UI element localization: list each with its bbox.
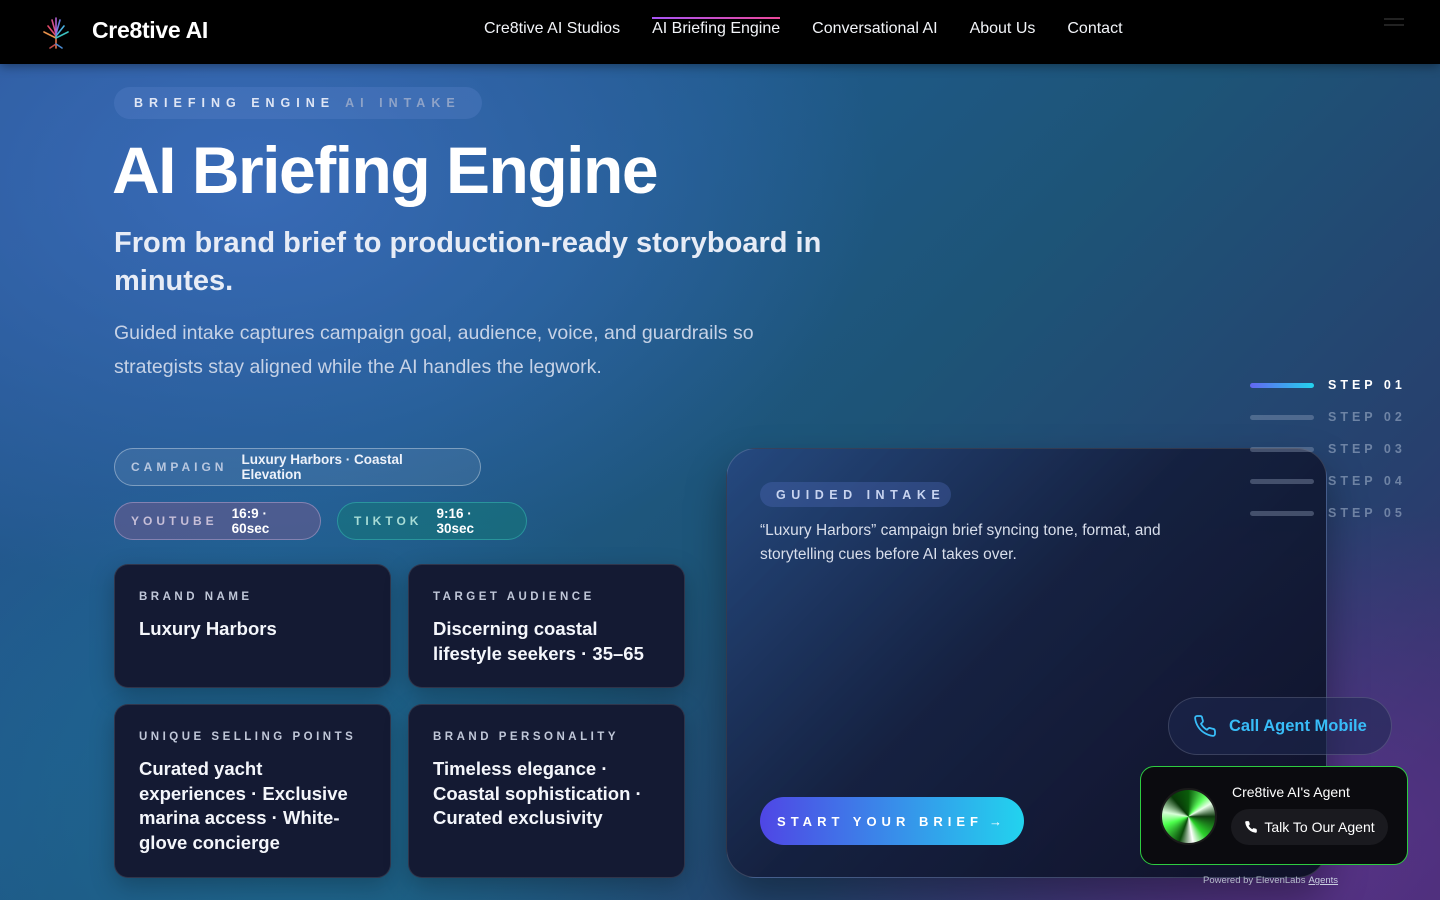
card-value: Curated yacht experiences · Exclusive ma… (139, 758, 348, 853)
nav-link-contact[interactable]: Contact (1067, 20, 1122, 42)
campaign-key: CAMPAIGN (131, 460, 228, 474)
step-label: STEP 03 (1328, 442, 1406, 456)
start-brief-label: START YOUR BRIEF (777, 813, 983, 829)
brand-personality-card: BRAND PERSONALITY Timeless elegance · Co… (408, 704, 685, 878)
step-bar (1250, 414, 1314, 420)
arrow-right-icon: → (988, 813, 1007, 829)
phone-icon (1245, 821, 1258, 833)
page-title: AI Briefing Engine (112, 133, 659, 207)
step-label: STEP 01 (1328, 378, 1406, 392)
step-bar (1250, 382, 1314, 388)
intake-tag: GUIDED INTAKE (760, 482, 951, 507)
powered-by-text: Powered by ElevenLabs (1203, 875, 1306, 886)
hero-subtitle: From brand brief to production-ready sto… (114, 227, 822, 297)
hero-description: Guided intake captures campaign goal, au… (114, 322, 754, 378)
nav-link-briefing-engine[interactable]: AI Briefing Engine (652, 17, 781, 42)
card-value: Discerning coastal lifestyle seekers · 3… (433, 618, 644, 664)
powered-by-footer: Powered by ElevenLabs Agents (1203, 875, 1338, 886)
step-02[interactable]: STEP 02 (1250, 408, 1410, 426)
talk-to-agent-label: Talk To Our Agent (1264, 819, 1375, 835)
step-04[interactable]: STEP 04 (1250, 472, 1410, 490)
card-label: BRAND NAME (139, 591, 253, 603)
youtube-format-pill: YOUTUBE 16:9 · 60sec (114, 502, 321, 540)
youtube-value: 16:9 · 60sec (231, 506, 270, 536)
step-bar (1250, 478, 1314, 484)
hero-eyebrow: BRIEFING ENGINE AI INTAKE (114, 87, 482, 119)
step-bar (1250, 446, 1314, 452)
card-label: BRAND PERSONALITY (433, 731, 620, 743)
step-05[interactable]: STEP 05 (1250, 504, 1410, 522)
usp-card: UNIQUE SELLING POINTS Curated yacht expe… (114, 704, 391, 878)
phone-icon (1194, 715, 1216, 737)
step-label: STEP 02 (1328, 410, 1406, 424)
nav-link-about[interactable]: About Us (970, 20, 1036, 42)
intake-description: “Luxury Harbors” campaign brief syncing … (760, 522, 1161, 563)
agent-name: Cre8tive AI's Agent (1232, 784, 1350, 800)
call-agent-label: Call Agent Mobile (1229, 716, 1367, 735)
card-value: Timeless elegance · Coastal sophisticati… (433, 758, 642, 828)
card-value: Luxury Harbors (139, 618, 277, 639)
brand-name-card: BRAND NAME Luxury Harbors (114, 564, 391, 688)
step-label: STEP 05 (1328, 506, 1406, 520)
step-label: STEP 04 (1328, 474, 1406, 488)
brand-logo-icon[interactable] (38, 14, 74, 50)
eyebrow-main: BRIEFING ENGINE (134, 96, 336, 110)
agent-widget: Cre8tive AI's Agent Talk To Our Agent (1140, 766, 1408, 865)
tiktok-format-pill: TIKTOK 9:16 · 30sec (337, 502, 527, 540)
call-agent-mobile-button[interactable]: Call Agent Mobile (1168, 697, 1392, 755)
brand-name[interactable]: Cre8tive AI (92, 17, 208, 44)
talk-to-agent-button[interactable]: Talk To Our Agent (1231, 809, 1388, 845)
hamburger-menu-icon[interactable] (1384, 18, 1404, 32)
campaign-pill: CAMPAIGN Luxury Harbors · Coastal Elevat… (114, 448, 481, 486)
step-01[interactable]: STEP 01 (1250, 376, 1410, 394)
target-audience-card: TARGET AUDIENCE Discerning coastal lifes… (408, 564, 685, 688)
tiktok-value: 9:16 · 30sec (436, 506, 474, 536)
campaign-value: Luxury Harbors · Coastal Elevation (241, 452, 403, 482)
top-navbar: Cre8tive AI Cre8tive AI Studios AI Brief… (0, 0, 1440, 64)
card-label: TARGET AUDIENCE (433, 591, 595, 603)
eyebrow-sub: AI INTAKE (345, 96, 461, 110)
step-bar (1250, 510, 1314, 516)
card-label: UNIQUE SELLING POINTS (139, 731, 357, 743)
start-brief-button[interactable]: START YOUR BRIEF → (760, 797, 1024, 845)
tiktok-key: TIKTOK (354, 514, 423, 528)
agent-avatar (1160, 788, 1217, 845)
main-nav: Cre8tive AI Studios AI Briefing Engine C… (484, 17, 1123, 42)
agents-link[interactable]: Agents (1308, 875, 1338, 886)
nav-link-conversational-ai[interactable]: Conversational AI (812, 20, 937, 42)
nav-link-studios[interactable]: Cre8tive AI Studios (484, 20, 620, 42)
youtube-key: YOUTUBE (131, 514, 218, 528)
step-03[interactable]: STEP 03 (1250, 440, 1410, 458)
